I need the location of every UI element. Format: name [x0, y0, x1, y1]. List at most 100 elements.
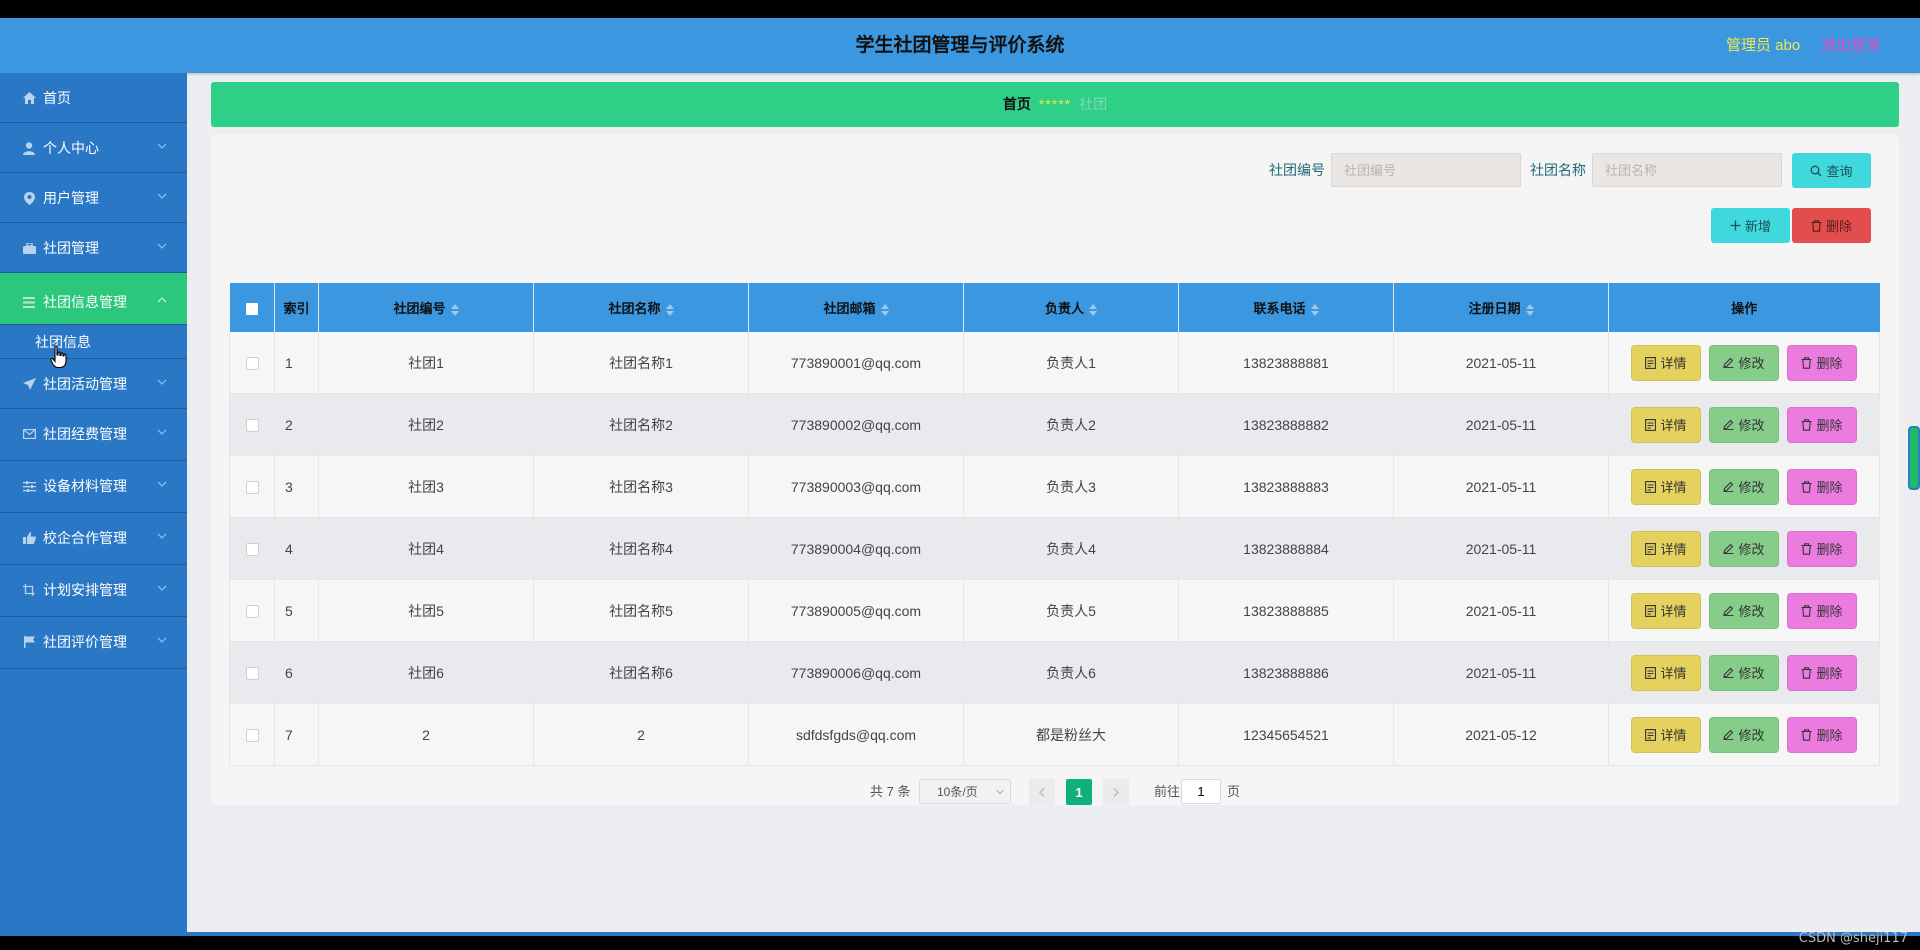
- sidebar-item-user-management[interactable]: 用户管理: [0, 173, 187, 223]
- logout-link[interactable]: 退出登录: [1821, 18, 1881, 74]
- delete-button[interactable]: 删除: [1787, 530, 1857, 567]
- sort-icon[interactable]: [450, 303, 459, 316]
- delete-button[interactable]: 删除: [1787, 406, 1857, 443]
- sidebar-item-label: 用户管理: [43, 190, 99, 206]
- row-select-cell[interactable]: [229, 393, 275, 456]
- edit-button[interactable]: 修改: [1709, 592, 1779, 629]
- sidebar-item-plan-management[interactable]: 计划安排管理: [0, 565, 187, 617]
- sort-icon[interactable]: [1525, 303, 1534, 316]
- breadcrumb: 首页 ***** 社团: [211, 82, 1899, 127]
- cell-email: 773890003@qq.com: [748, 455, 964, 518]
- row-select-cell[interactable]: [229, 332, 275, 394]
- detail-button[interactable]: 详情: [1631, 592, 1701, 629]
- column-header[interactable]: 社团邮箱: [748, 283, 964, 332]
- edit-button[interactable]: 修改: [1709, 716, 1779, 753]
- delete-button-label: 删除: [1816, 728, 1843, 743]
- page-size-select[interactable]: 10条/页: [919, 779, 1011, 804]
- row-checkbox[interactable]: [245, 481, 259, 495]
- sidebar-item-activity-management[interactable]: 社团活动管理: [0, 359, 187, 409]
- document-icon: [1645, 356, 1657, 369]
- table-row: 4 社团4 社团名称4 773890004@qq.com 负责人4 13823888884…: [229, 517, 1880, 580]
- page-number-current[interactable]: 1: [1066, 779, 1092, 805]
- query-button[interactable]: 查询: [1792, 153, 1871, 188]
- edit-button[interactable]: 修改: [1709, 468, 1779, 505]
- row-checkbox[interactable]: [245, 357, 259, 371]
- select-all-cell[interactable]: [229, 283, 275, 332]
- edit-button-label: 修改: [1738, 356, 1765, 371]
- cell-actions: 详情 修改 删除: [1608, 517, 1880, 580]
- trash-icon: [1801, 480, 1812, 493]
- delete-button[interactable]: 删除: [1787, 716, 1857, 753]
- edit-button[interactable]: 修改: [1709, 406, 1779, 443]
- cell-code: 社团4: [318, 517, 534, 580]
- row-checkbox[interactable]: [245, 729, 259, 743]
- batch-delete-button[interactable]: 删除: [1792, 208, 1871, 243]
- sidebar-item-evaluation-management[interactable]: 社团评价管理: [0, 617, 187, 669]
- sort-icon[interactable]: [665, 303, 674, 316]
- current-user: 管理员 abo: [1726, 37, 1801, 54]
- column-header[interactable]: 社团名称: [533, 283, 749, 332]
- row-select-cell[interactable]: [229, 455, 275, 518]
- sidebar-item-cooperation-management[interactable]: 校企合作管理: [0, 513, 187, 565]
- row-select-cell[interactable]: [229, 641, 275, 704]
- column-header[interactable]: 负责人: [963, 283, 1179, 332]
- detail-button[interactable]: 详情: [1631, 716, 1701, 753]
- cell-phone: 13823888884: [1178, 517, 1394, 580]
- sidebar-item-club-info-management[interactable]: 社团信息管理: [0, 273, 187, 325]
- detail-button-label: 详情: [1660, 728, 1687, 743]
- goto-page-input[interactable]: [1181, 779, 1221, 804]
- sidebar-item-home[interactable]: 首页: [0, 73, 187, 123]
- chevron-down-icon: [157, 481, 167, 487]
- sort-icon[interactable]: [880, 303, 889, 316]
- breadcrumb-home[interactable]: 首页: [1003, 96, 1031, 112]
- row-select-cell[interactable]: [229, 703, 275, 766]
- sort-icon[interactable]: [1310, 303, 1319, 316]
- club-name-input[interactable]: [1592, 153, 1782, 187]
- edit-button[interactable]: 修改: [1709, 344, 1779, 381]
- cell-actions: 详情 修改 删除: [1608, 641, 1880, 704]
- row-checkbox[interactable]: [245, 605, 259, 619]
- row-select-cell[interactable]: [229, 579, 275, 642]
- delete-button[interactable]: 删除: [1787, 344, 1857, 381]
- column-header[interactable]: 社团编号: [318, 283, 534, 332]
- sort-icon[interactable]: [1089, 303, 1097, 316]
- club-code-input[interactable]: [1331, 153, 1521, 187]
- delete-button[interactable]: 删除: [1787, 654, 1857, 691]
- delete-button[interactable]: 删除: [1787, 468, 1857, 505]
- chevron-down-icon: [157, 585, 167, 591]
- add-button[interactable]: 新增: [1711, 208, 1790, 243]
- edit-button[interactable]: 修改: [1709, 530, 1779, 567]
- next-page-button[interactable]: [1103, 779, 1129, 805]
- edit-button[interactable]: 修改: [1709, 654, 1779, 691]
- row-checkbox[interactable]: [245, 419, 259, 433]
- cell-code: 社团2: [318, 393, 534, 456]
- delete-button-label: 删除: [1816, 542, 1843, 557]
- row-select-cell[interactable]: [229, 517, 275, 580]
- sidebar-item-funding-management[interactable]: 社团经费管理: [0, 409, 187, 461]
- column-header[interactable]: 注册日期: [1393, 283, 1609, 332]
- detail-button[interactable]: 详情: [1631, 468, 1701, 505]
- cell-name: 社团名称6: [533, 641, 749, 704]
- select-all-checkbox[interactable]: [245, 302, 258, 315]
- submenu-item-club-info[interactable]: 社团信息: [0, 325, 187, 359]
- query-button-label: 查询: [1826, 164, 1853, 179]
- cell-email: 773890004@qq.com: [748, 517, 964, 580]
- row-checkbox[interactable]: [245, 543, 259, 557]
- sidebar-item-personal-center[interactable]: 个人中心: [0, 123, 187, 173]
- trash-icon: [1801, 542, 1812, 555]
- sidebar-item-club-management[interactable]: 社团管理: [0, 223, 187, 273]
- detail-button[interactable]: 详情: [1631, 344, 1701, 381]
- breadcrumb-separator: *****: [1038, 96, 1072, 112]
- prev-page-button[interactable]: [1029, 779, 1055, 805]
- pencil-icon: [1723, 605, 1734, 616]
- row-checkbox[interactable]: [245, 667, 259, 681]
- chevron-down-icon: [157, 533, 167, 539]
- delete-button[interactable]: 删除: [1787, 592, 1857, 629]
- sidebar-item-equipment-management[interactable]: 设备材料管理: [0, 461, 187, 513]
- delete-button-label: 删除: [1816, 418, 1843, 433]
- detail-button[interactable]: 详情: [1631, 654, 1701, 691]
- column-header[interactable]: 联系电话: [1178, 283, 1394, 332]
- scrollbar-thumb[interactable]: [1908, 426, 1920, 490]
- detail-button[interactable]: 详情: [1631, 406, 1701, 443]
- detail-button[interactable]: 详情: [1631, 530, 1701, 567]
